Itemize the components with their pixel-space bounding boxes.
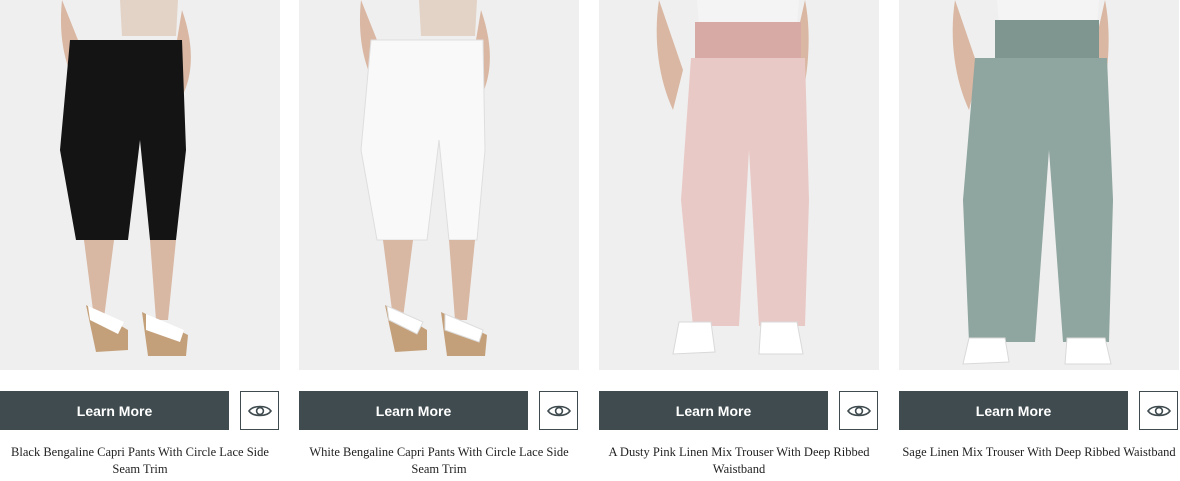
product-grid: Learn More Black Bengaline Capri Pants W… bbox=[0, 0, 1180, 481]
learn-more-button[interactable]: Learn More bbox=[599, 391, 828, 430]
learn-more-button[interactable]: Learn More bbox=[899, 391, 1128, 430]
product-card: Learn More Sage Linen Mix Trouser With D… bbox=[899, 0, 1179, 481]
eye-icon bbox=[247, 405, 272, 416]
quick-view-button[interactable] bbox=[1139, 391, 1178, 430]
product-title[interactable]: White Bengaline Capri Pants With Circle … bbox=[299, 444, 579, 478]
quick-view-button[interactable] bbox=[240, 391, 279, 430]
eye-icon bbox=[846, 405, 871, 416]
quick-view-button[interactable] bbox=[539, 391, 578, 430]
product-image[interactable] bbox=[599, 0, 879, 370]
product-image[interactable] bbox=[0, 0, 280, 370]
product-image[interactable] bbox=[899, 0, 1179, 370]
eye-icon bbox=[546, 405, 571, 416]
product-image[interactable] bbox=[299, 0, 579, 370]
learn-more-button[interactable]: Learn More bbox=[0, 391, 229, 430]
product-title[interactable]: A Dusty Pink Linen Mix Trouser With Deep… bbox=[599, 444, 879, 478]
learn-more-button[interactable]: Learn More bbox=[299, 391, 528, 430]
product-card: Learn More A Dusty Pink Linen Mix Trouse… bbox=[599, 0, 879, 481]
product-card: Learn More Black Bengaline Capri Pants W… bbox=[0, 0, 280, 481]
product-title[interactable]: Sage Linen Mix Trouser With Deep Ribbed … bbox=[899, 444, 1179, 461]
product-card: Learn More White Bengaline Capri Pants W… bbox=[299, 0, 579, 481]
product-title[interactable]: Black Bengaline Capri Pants With Circle … bbox=[0, 444, 280, 478]
quick-view-button[interactable] bbox=[839, 391, 878, 430]
eye-icon bbox=[1146, 405, 1171, 416]
